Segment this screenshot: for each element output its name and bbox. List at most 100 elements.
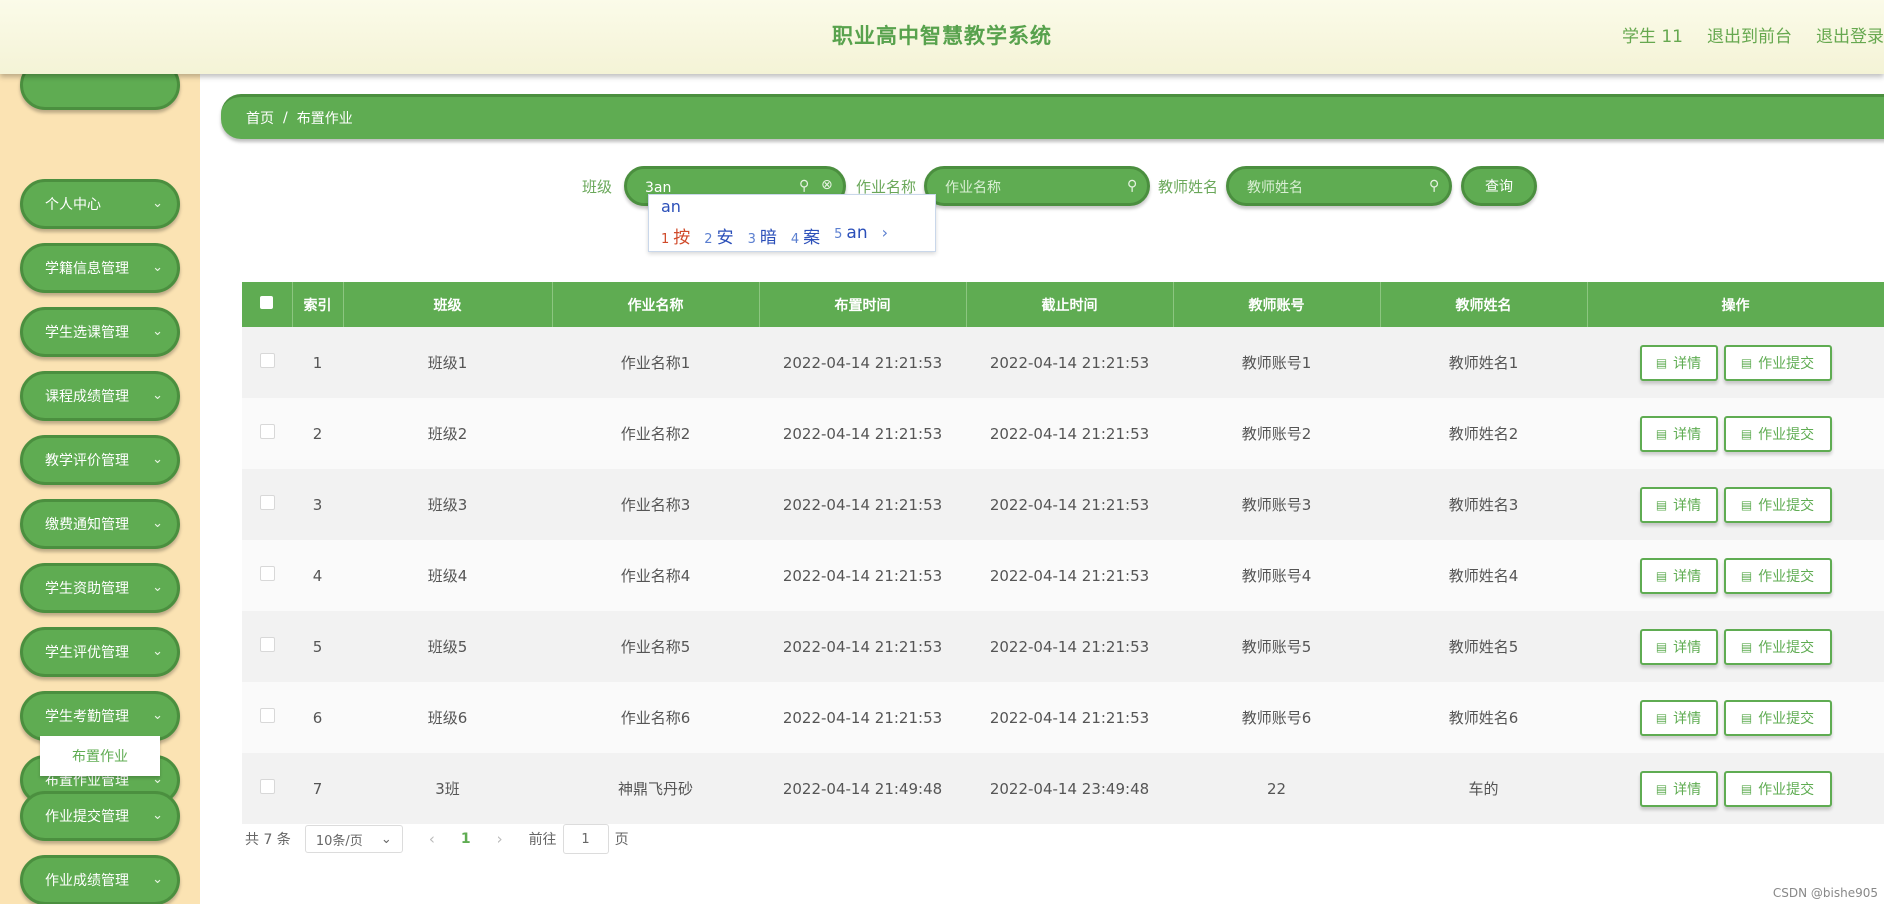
cell-index: 5 (292, 611, 343, 682)
cell-assign-time: 2022-04-14 21:21:53 (759, 540, 966, 611)
row-checkbox-cell[interactable] (242, 540, 292, 611)
row-checkbox-cell[interactable] (242, 682, 292, 753)
submit-homework-button[interactable]: ▤ 作业提交 (1723, 557, 1832, 594)
table-row: 7 3班 神鼎飞丹砂 2022-04-14 21:49:48 2022-04-14 23… (242, 753, 1884, 824)
chevron-down-icon: ⌄ (152, 388, 163, 403)
submit-homework-button[interactable]: ▤ 作业提交 (1723, 770, 1832, 807)
submenu-item-assign-homework[interactable]: 布置作业 (40, 736, 160, 776)
current-user-link[interactable]: 学生 11 (1622, 22, 1683, 47)
cell-teacher-account: 教师账号5 (1173, 611, 1380, 682)
cell-deadline: 2022-04-14 21:21:53 (966, 611, 1173, 682)
row-checkbox-cell[interactable] (242, 398, 292, 469)
cell-assign-time: 2022-04-14 21:21:53 (759, 469, 966, 540)
submit-homework-button[interactable]: ▤ 作业提交 (1723, 415, 1832, 452)
query-button[interactable]: 查询 (1461, 166, 1537, 206)
ime-candidate[interactable]: 3暗 (748, 223, 777, 248)
sidebar-item-top-partial[interactable] (20, 74, 180, 110)
app-title: 职业高中智慧教学系统 (832, 24, 1052, 48)
sidebar-item-attendance[interactable]: 学生考勤管理 ⌄ (20, 691, 180, 741)
document-icon: ▤ (1740, 639, 1753, 654)
cell-teacher-account: 教师账号1 (1173, 327, 1380, 398)
row-checkbox[interactable] (259, 424, 275, 439)
detail-button[interactable]: ▤ 详情 (1639, 770, 1718, 807)
cell-teacher-name: 教师姓名4 (1380, 540, 1587, 611)
current-page[interactable]: 1 (461, 831, 471, 847)
row-checkbox[interactable] (259, 495, 275, 510)
next-page-button[interactable]: › (497, 830, 503, 848)
row-checkbox[interactable] (259, 566, 275, 581)
logout-link[interactable]: 退出登录 (1816, 22, 1884, 47)
ime-candidate[interactable]: 1按 (661, 223, 690, 248)
cell-teacher-name: 教师姓名1 (1380, 327, 1587, 398)
submit-homework-button[interactable]: ▤ 作业提交 (1723, 344, 1832, 381)
detail-button[interactable]: ▤ 详情 (1639, 415, 1718, 452)
chevron-down-icon: ⌄ (152, 872, 163, 887)
cell-actions: ▤ 详情 ▤ 作业提交 (1587, 540, 1884, 611)
cell-teacher-account: 教师账号4 (1173, 540, 1380, 611)
sidebar-item-course-grades[interactable]: 课程成绩管理 ⌄ (20, 371, 180, 421)
cell-assign-time: 2022-04-14 21:21:53 (759, 682, 966, 753)
cell-teacher-name: 教师姓名5 (1380, 611, 1587, 682)
detail-button[interactable]: ▤ 详情 (1639, 486, 1718, 523)
cell-homework-name: 作业名称1 (552, 327, 759, 398)
homework-name-input[interactable] (943, 176, 1097, 200)
sidebar-item-personal-center[interactable]: 个人中心 ⌄ (20, 179, 180, 229)
document-icon: ▤ (1740, 568, 1753, 583)
sidebar-item-label: 学籍信息管理 (45, 261, 129, 277)
ime-next-page-icon[interactable]: › (882, 223, 888, 248)
select-all-checkbox[interactable] (242, 282, 293, 327)
back-to-front-link[interactable]: 退出到前台 (1707, 22, 1792, 47)
document-icon: ▤ (1655, 355, 1668, 370)
sidebar-item-fee-notice[interactable]: 缴费通知管理 ⌄ (20, 499, 180, 549)
teacher-name-input[interactable] (1245, 176, 1399, 200)
sidebar-item-teaching-evaluation[interactable]: 教学评价管理 ⌄ (20, 435, 180, 485)
table-header-row: 索引 班级 作业名称 布置时间 截止时间 教师账号 教师姓名 操作 (242, 282, 1884, 327)
sidebar-item-student-awards[interactable]: 学生评优管理 ⌄ (20, 627, 180, 677)
row-checkbox-cell[interactable] (242, 327, 292, 398)
detail-button[interactable]: ▤ 详情 (1639, 628, 1718, 665)
homework-name-search-field[interactable]: ⚲ (924, 166, 1150, 206)
prev-page-button[interactable]: ‹ (429, 830, 435, 848)
page-size-select[interactable]: 10条/页 ⌄ (304, 825, 403, 853)
ime-candidate[interactable]: 5 an (834, 223, 867, 248)
row-checkbox-cell[interactable] (242, 753, 292, 824)
breadcrumb-home[interactable]: 首页 (246, 108, 274, 128)
sidebar-item-student-records[interactable]: 学籍信息管理 ⌄ (20, 243, 180, 293)
detail-button[interactable]: ▤ 详情 (1639, 344, 1718, 381)
submit-homework-button[interactable]: ▤ 作业提交 (1723, 628, 1832, 665)
row-checkbox[interactable] (259, 708, 275, 723)
sidebar: 个人中心 ⌄ 学籍信息管理 ⌄ 学生选课管理 ⌄ 课程成绩管理 ⌄ 教学评价管理… (0, 74, 200, 904)
row-checkbox-cell[interactable] (242, 611, 292, 682)
submit-homework-button[interactable]: ▤ 作业提交 (1723, 699, 1832, 736)
document-icon: ▤ (1740, 355, 1753, 370)
row-checkbox[interactable] (259, 779, 275, 794)
teacher-name-search-field[interactable]: ⚲ (1226, 166, 1452, 206)
goto-page-input[interactable]: 1 (562, 824, 609, 854)
cell-deadline: 2022-04-14 23:49:48 (966, 753, 1173, 824)
cell-teacher-name: 教师姓名6 (1380, 682, 1587, 753)
sidebar-item-homework-submission[interactable]: 作业提交管理 ⌄ (20, 791, 180, 841)
sidebar-item-label: 学生选课管理 (45, 325, 129, 341)
cell-teacher-name: 教师姓名3 (1380, 469, 1587, 540)
detail-button[interactable]: ▤ 详情 (1639, 557, 1718, 594)
search-icon: ⚲ (1429, 178, 1440, 194)
page-unit-label: 页 (614, 832, 629, 848)
row-checkbox[interactable] (259, 353, 275, 368)
sidebar-item-course-selection[interactable]: 学生选课管理 ⌄ (20, 307, 180, 357)
sidebar-item-label: 作业成绩管理 (45, 873, 129, 889)
row-checkbox[interactable] (259, 637, 275, 652)
ime-candidate[interactable]: 2安 (704, 223, 733, 248)
sidebar-item-homework-grades[interactable]: 作业成绩管理 ⌄ (20, 855, 180, 904)
clear-icon[interactable]: ⊗ (821, 177, 833, 193)
detail-button[interactable]: ▤ 详情 (1639, 699, 1718, 736)
ime-candidate[interactable]: 4案 (791, 223, 820, 248)
sidebar-item-student-aid[interactable]: 学生资助管理 ⌄ (20, 563, 180, 613)
total-count: 共 7 条 (245, 832, 291, 848)
cell-homework-name: 作业名称3 (552, 469, 759, 540)
sidebar-item-label: 学生评优管理 (45, 645, 129, 661)
cell-class: 班级3 (343, 469, 552, 540)
row-checkbox-cell[interactable] (242, 469, 292, 540)
col-header-teacher-account: 教师账号 (1173, 282, 1381, 327)
chevron-down-icon: ⌄ (152, 708, 163, 723)
submit-homework-button[interactable]: ▤ 作业提交 (1723, 486, 1832, 523)
